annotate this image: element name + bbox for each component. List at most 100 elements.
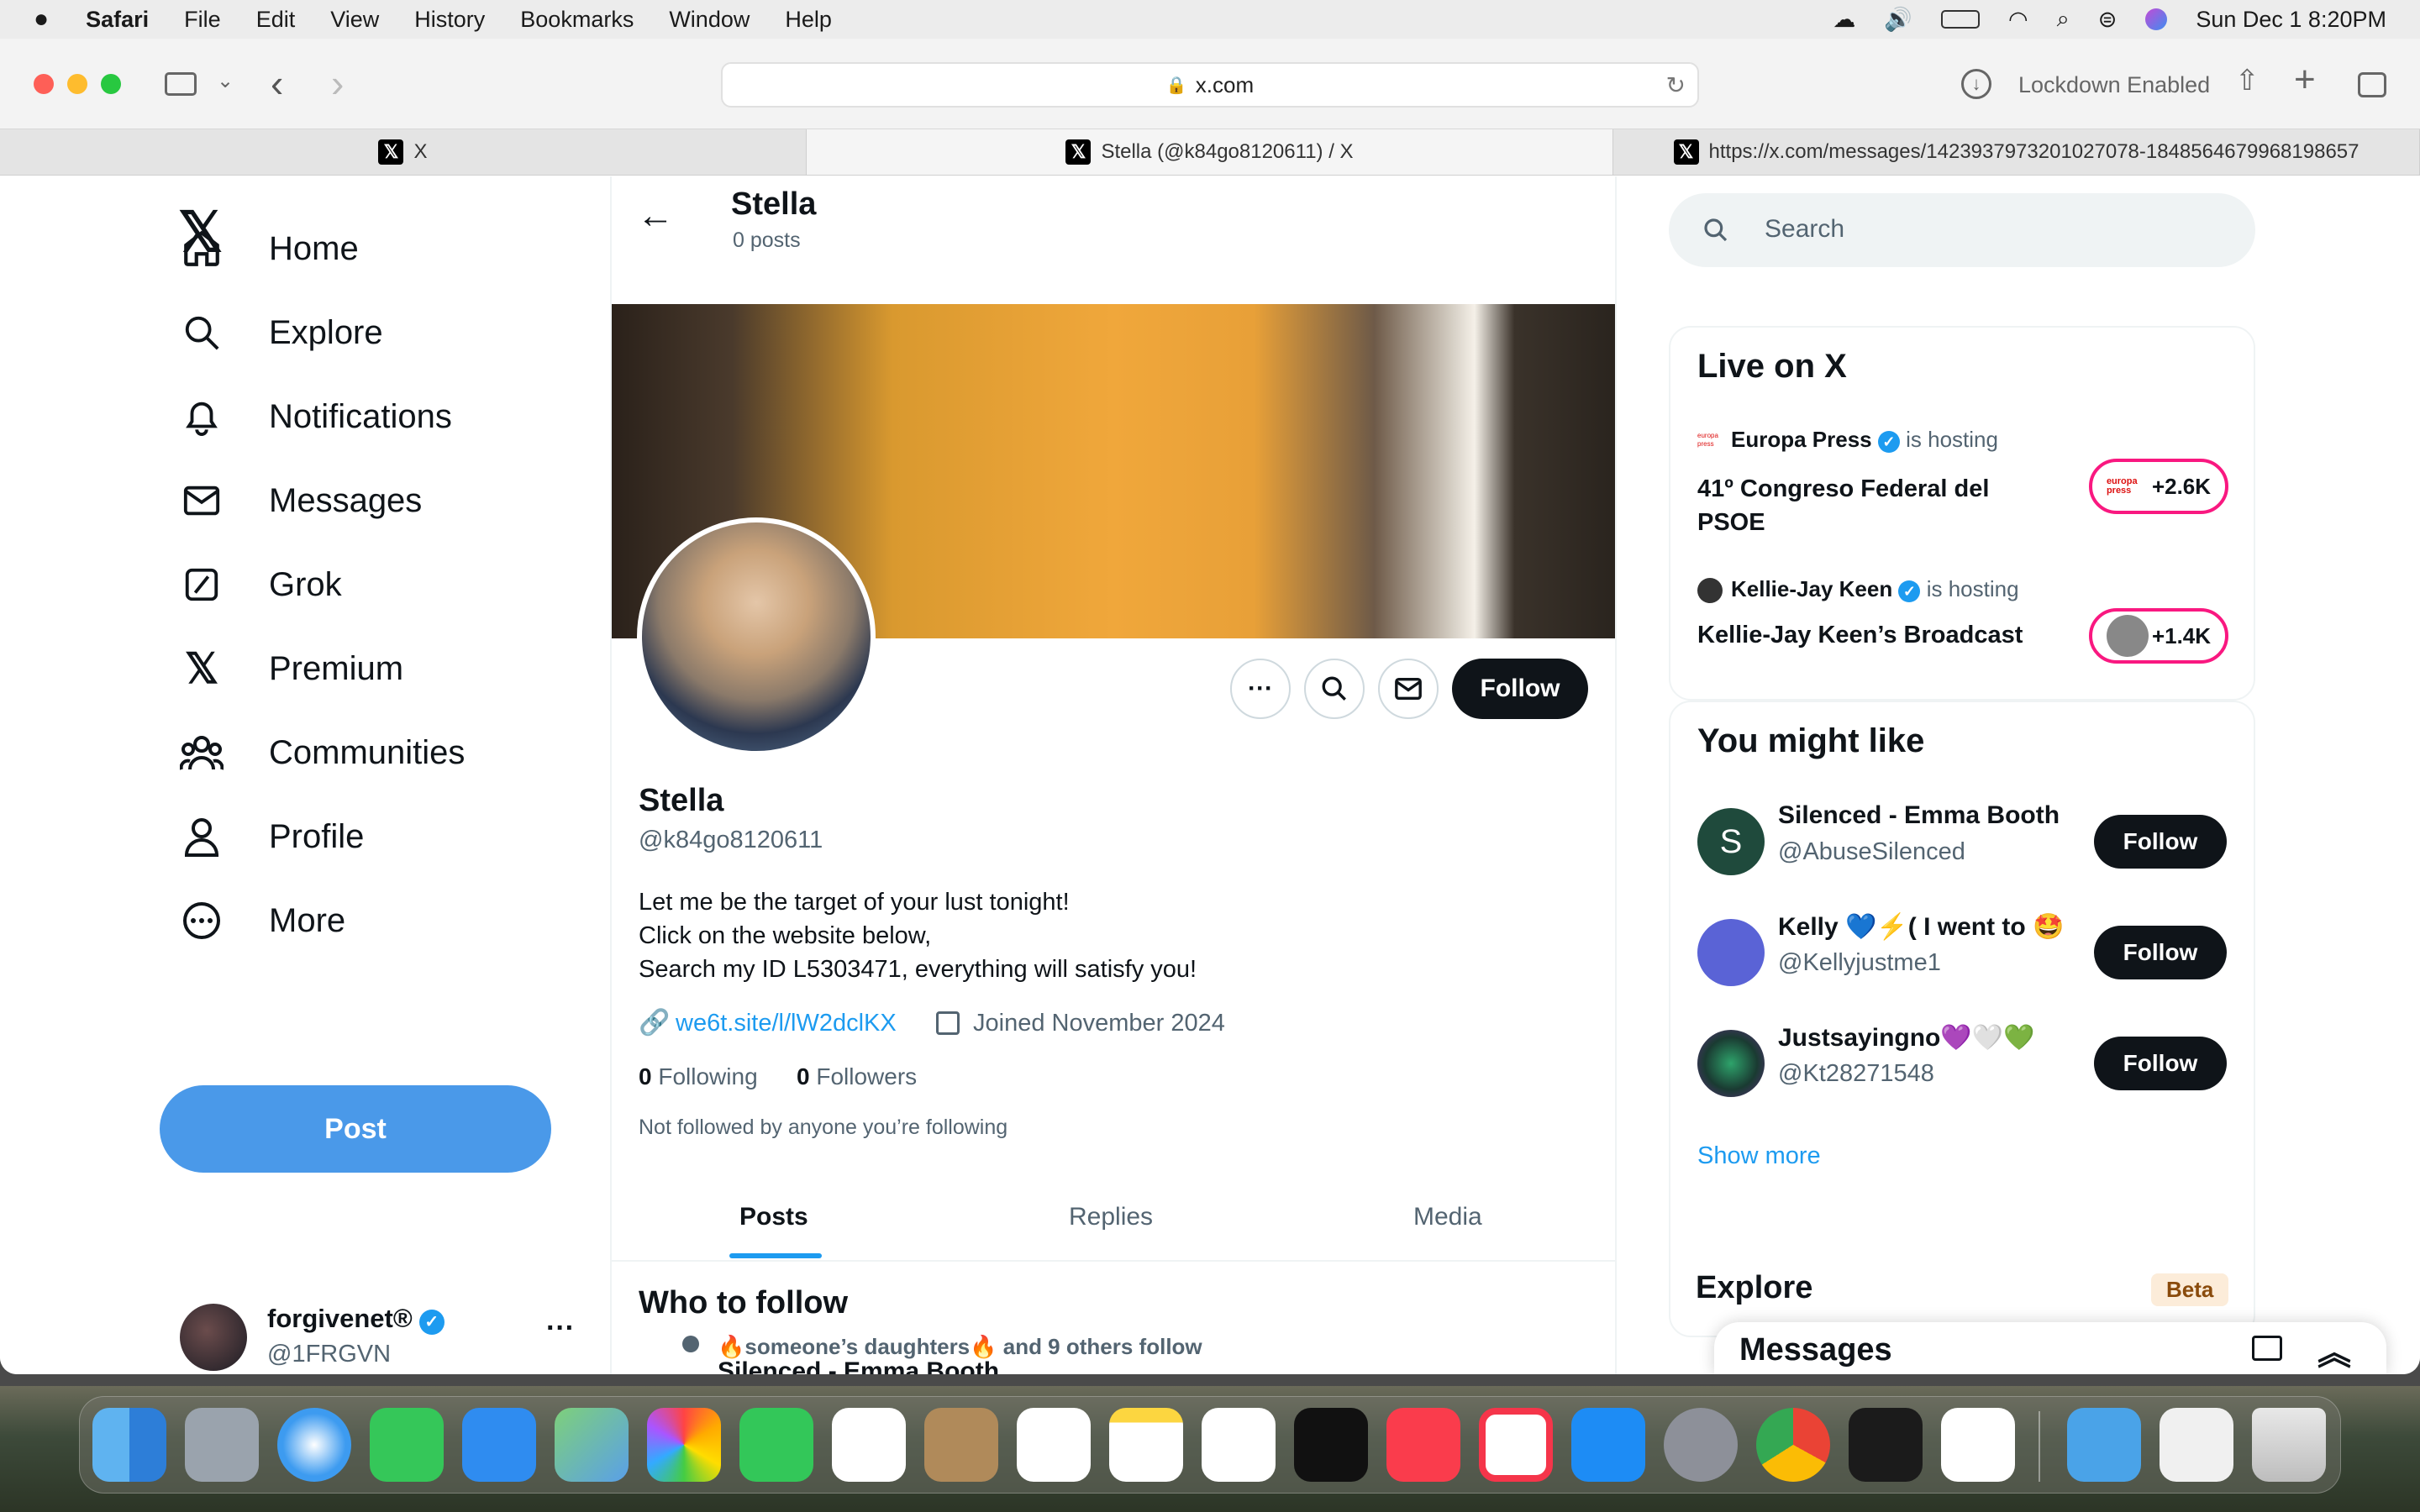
back-icon[interactable]: ‹ (271, 60, 283, 106)
followers-stat[interactable]: 0 Followers (797, 1063, 917, 1090)
wifi-icon[interactable]: ◠ (2008, 7, 2028, 33)
nav-notifications[interactable]: Notifications (180, 395, 452, 438)
facetime-icon[interactable] (739, 1408, 813, 1482)
spotlight-icon[interactable]: ⌕ (2057, 6, 2070, 33)
tab-overview-icon[interactable] (2358, 72, 2386, 97)
reload-icon[interactable]: ↻ (1666, 71, 1686, 99)
live-item[interactable]: europa press Europa Press ✓ is hosting 4… (1697, 427, 2235, 553)
nav-more[interactable]: More (180, 899, 345, 942)
tab-x[interactable]: 𝕏X (0, 129, 807, 175)
tab-replies[interactable]: Replies (1069, 1203, 1153, 1231)
nav-explore[interactable]: Explore (180, 311, 383, 354)
nav-grok[interactable]: Grok (180, 563, 342, 606)
chevron-down-icon[interactable]: ⌄ (217, 69, 234, 93)
menu-clock[interactable]: Sun Dec 1 8:20PM (2196, 7, 2386, 33)
more-options-button[interactable]: ··· (1230, 659, 1291, 719)
siri-icon[interactable] (2145, 8, 2168, 30)
vscode-icon[interactable] (1941, 1408, 2015, 1482)
x-logo-icon: 𝕏 (1065, 139, 1092, 165)
search-profile-button[interactable] (1304, 659, 1365, 719)
system-settings-icon[interactable] (1664, 1408, 1738, 1482)
menu-window[interactable]: Window (669, 7, 750, 33)
music-icon[interactable] (1386, 1408, 1460, 1482)
live-count-pill[interactable]: +1.4K (2089, 608, 2228, 664)
nav-communities[interactable]: Communities (180, 731, 465, 774)
search-input[interactable]: Search (1669, 193, 2255, 267)
recent-document-icon[interactable] (2160, 1408, 2233, 1482)
suggested-user[interactable]: Justsayingno💜🤍💚 @Kt28271548 Follow (1697, 1023, 2235, 1107)
nav-home[interactable]: Home (180, 227, 359, 270)
message-button[interactable] (1378, 659, 1439, 719)
share-icon[interactable]: ⇧ (2235, 64, 2260, 97)
mail-icon[interactable] (462, 1408, 536, 1482)
downloads-icon[interactable]: ↓ (1961, 69, 1991, 99)
minimize-window-button[interactable] (67, 74, 87, 94)
tab-label: https://x.com/messages/14239379732010270… (1708, 140, 2360, 163)
tab-stella-profile[interactable]: 𝕏 Stella (@k84go8120611) / X (807, 129, 1613, 175)
menu-app-name[interactable]: Safari (86, 7, 149, 33)
app-store-icon[interactable] (1571, 1408, 1645, 1482)
nav-premium[interactable]: 𝕏 Premium (180, 645, 403, 692)
close-window-button[interactable] (34, 74, 54, 94)
follow-button[interactable]: Follow (2094, 815, 2227, 869)
tab-label: X (413, 140, 428, 163)
zoom-window-button[interactable] (101, 74, 121, 94)
profile-link[interactable]: we6t.site/l/lW2dclKX (676, 1010, 897, 1037)
volume-icon[interactable]: 🔊 (1884, 6, 1912, 33)
suggested-user[interactable]: Kelly 💙⚡( I went to 🤩 @Kellyjustme1 Foll… (1697, 912, 2235, 996)
messages-drawer[interactable]: Messages ︽ (1714, 1322, 2386, 1374)
nav-profile[interactable]: Profile (180, 815, 364, 858)
calendar-app-icon[interactable] (832, 1408, 906, 1482)
maps-icon[interactable] (555, 1408, 629, 1482)
suggested-user[interactable]: S Silenced - Emma Booth @AbuseSilenced F… (1697, 801, 2235, 885)
folder-icon[interactable] (2067, 1408, 2141, 1482)
follow-button[interactable]: Follow (2094, 1037, 2227, 1090)
cloud-icon[interactable]: ☁ (1833, 7, 1855, 33)
news-icon[interactable] (1479, 1408, 1553, 1482)
terminal-icon[interactable] (1849, 1408, 1923, 1482)
menu-file[interactable]: File (184, 7, 221, 33)
post-button[interactable]: Post (160, 1085, 551, 1173)
live-item[interactable]: Kellie-Jay Keen ✓ is hosting Kellie-Jay … (1697, 576, 2235, 677)
nav-messages[interactable]: Messages (180, 479, 422, 522)
freeform-icon[interactable] (1202, 1408, 1276, 1482)
menu-edit[interactable]: Edit (256, 7, 296, 33)
tab-posts[interactable]: Posts (739, 1203, 808, 1231)
trash-icon[interactable] (2252, 1408, 2326, 1482)
back-arrow-icon[interactable]: ← (637, 195, 674, 237)
photos-icon[interactable] (647, 1408, 721, 1482)
following-stat[interactable]: 0 Following (639, 1063, 758, 1090)
more-dots-icon[interactable]: ··· (546, 1312, 575, 1345)
contacts-icon[interactable] (924, 1408, 998, 1482)
safari-icon[interactable] (277, 1408, 351, 1482)
sidebar-toggle-icon[interactable] (165, 72, 197, 96)
live-count-pill[interactable]: europa press +2.6K (2089, 459, 2228, 514)
new-message-icon[interactable] (2252, 1336, 2282, 1361)
menu-help[interactable]: Help (785, 7, 832, 33)
safari-window: ⌄ ‹ › 🔒 x.com ↻ ↓ Lockdown Enabled ⇧ + 𝕏… (0, 39, 2420, 1374)
forward-icon[interactable]: › (331, 60, 344, 106)
finder-icon[interactable] (92, 1408, 166, 1482)
new-tab-icon[interactable]: + (2294, 59, 2316, 101)
follow-button[interactable]: Follow (1452, 659, 1588, 719)
menu-view[interactable]: View (330, 7, 379, 33)
apple-tv-icon[interactable] (1294, 1408, 1368, 1482)
menu-bookmarks[interactable]: Bookmarks (520, 7, 634, 33)
control-center-icon[interactable]: ⊜ (2098, 7, 2118, 33)
profile-bio-line: Click on the website below, (639, 922, 932, 949)
notes-icon[interactable] (1109, 1408, 1183, 1482)
address-bar[interactable]: 🔒 x.com ↻ (721, 62, 1699, 108)
tab-messages[interactable]: 𝕏https://x.com/messages/1423937973201027… (1613, 129, 2420, 175)
launchpad-icon[interactable] (185, 1408, 259, 1482)
messages-app-icon[interactable] (370, 1408, 444, 1482)
menu-history[interactable]: History (414, 7, 485, 33)
chrome-icon[interactable] (1756, 1408, 1830, 1482)
apple-icon[interactable]: ● (34, 5, 49, 34)
tab-media[interactable]: Media (1413, 1203, 1482, 1231)
account-switcher[interactable]: forgivenet® ✓ @1FRGVN ··· (180, 1304, 575, 1371)
expand-up-icon[interactable]: ︽ (2317, 1326, 2351, 1374)
reminders-icon[interactable] (1017, 1408, 1091, 1482)
show-more-link[interactable]: Show more (1697, 1142, 1821, 1170)
follow-button[interactable]: Follow (2094, 926, 2227, 979)
battery-icon[interactable] (1941, 10, 1981, 29)
